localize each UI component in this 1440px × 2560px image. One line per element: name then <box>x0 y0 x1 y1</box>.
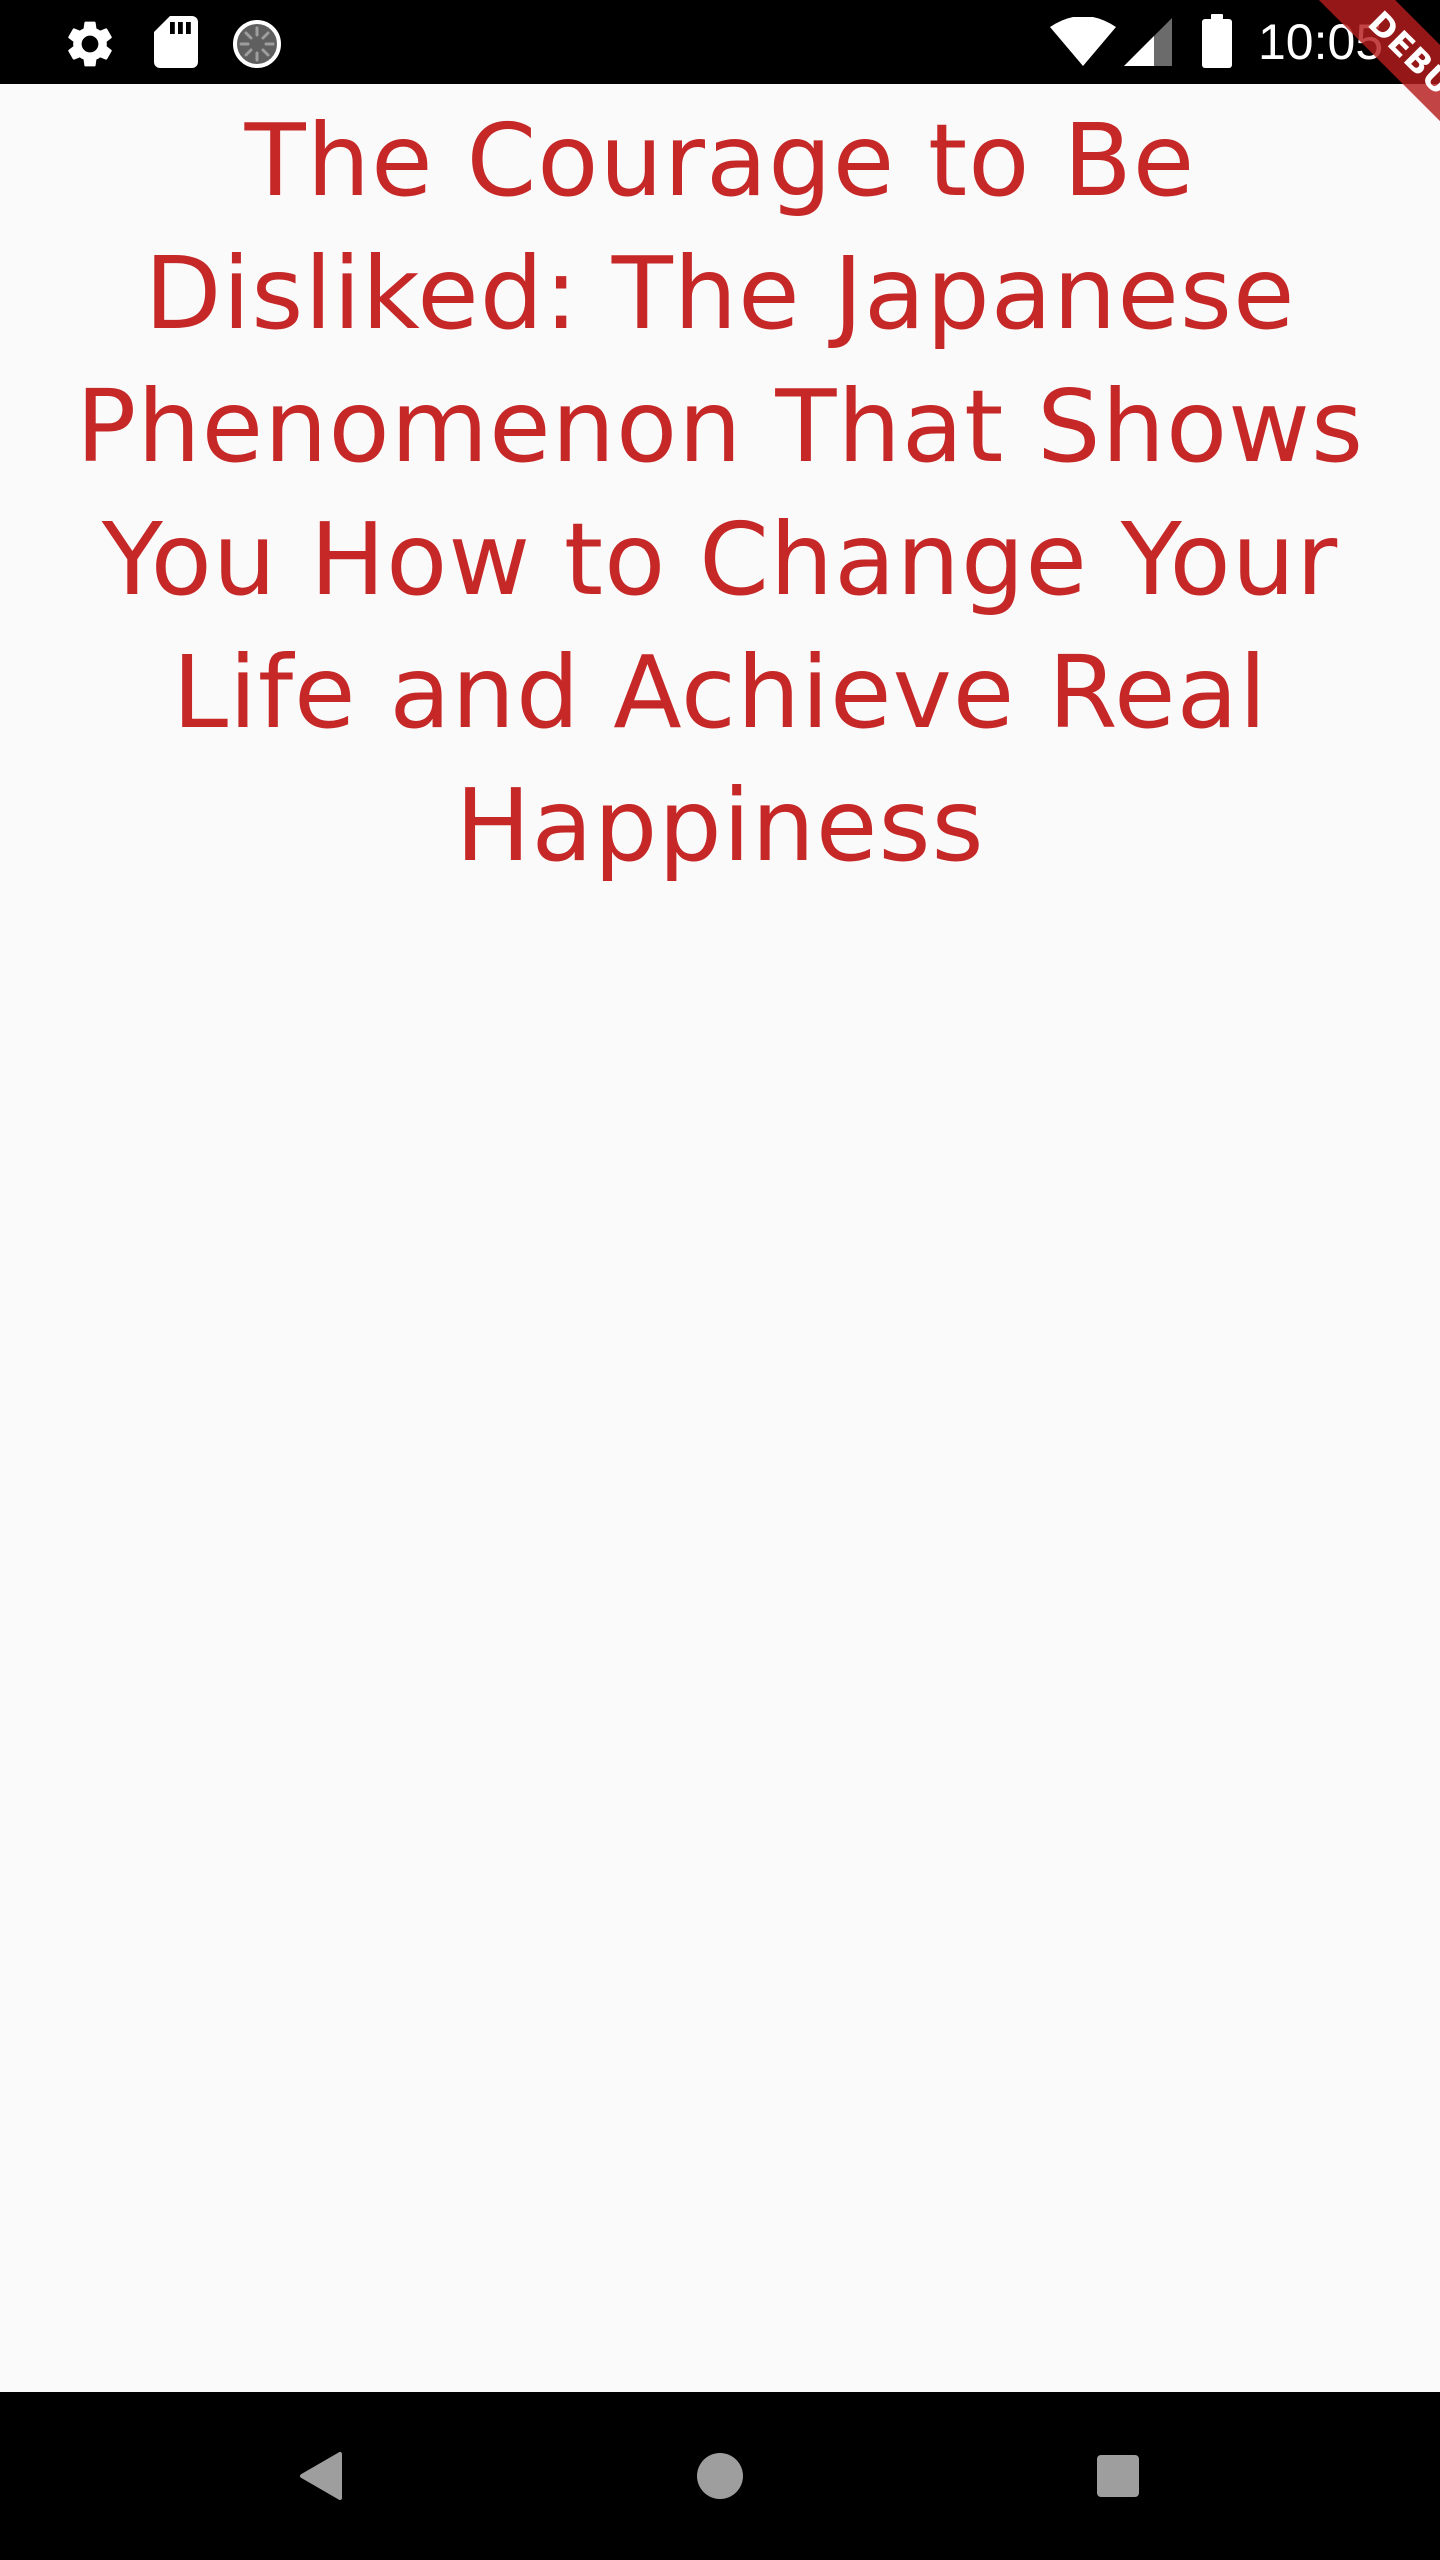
content-area: The Courage to Be Disliked: The Japanese… <box>0 84 1440 2392</box>
sync-icon <box>233 20 281 68</box>
recent-apps-icon[interactable] <box>1078 2436 1158 2516</box>
book-title: The Courage to Be Disliked: The Japanese… <box>75 102 1365 884</box>
cell-signal-icon <box>1124 18 1172 66</box>
back-icon[interactable] <box>280 2436 360 2516</box>
status-time: 10:05 <box>1258 14 1384 70</box>
settings-icon <box>68 21 112 67</box>
navigation-bar <box>0 2392 1440 2560</box>
battery-icon <box>1202 14 1232 68</box>
status-bar: 10:05 <box>0 0 1440 84</box>
wifi-icon <box>1050 17 1116 66</box>
home-icon[interactable] <box>680 2436 760 2516</box>
sd-card-icon <box>154 16 198 68</box>
